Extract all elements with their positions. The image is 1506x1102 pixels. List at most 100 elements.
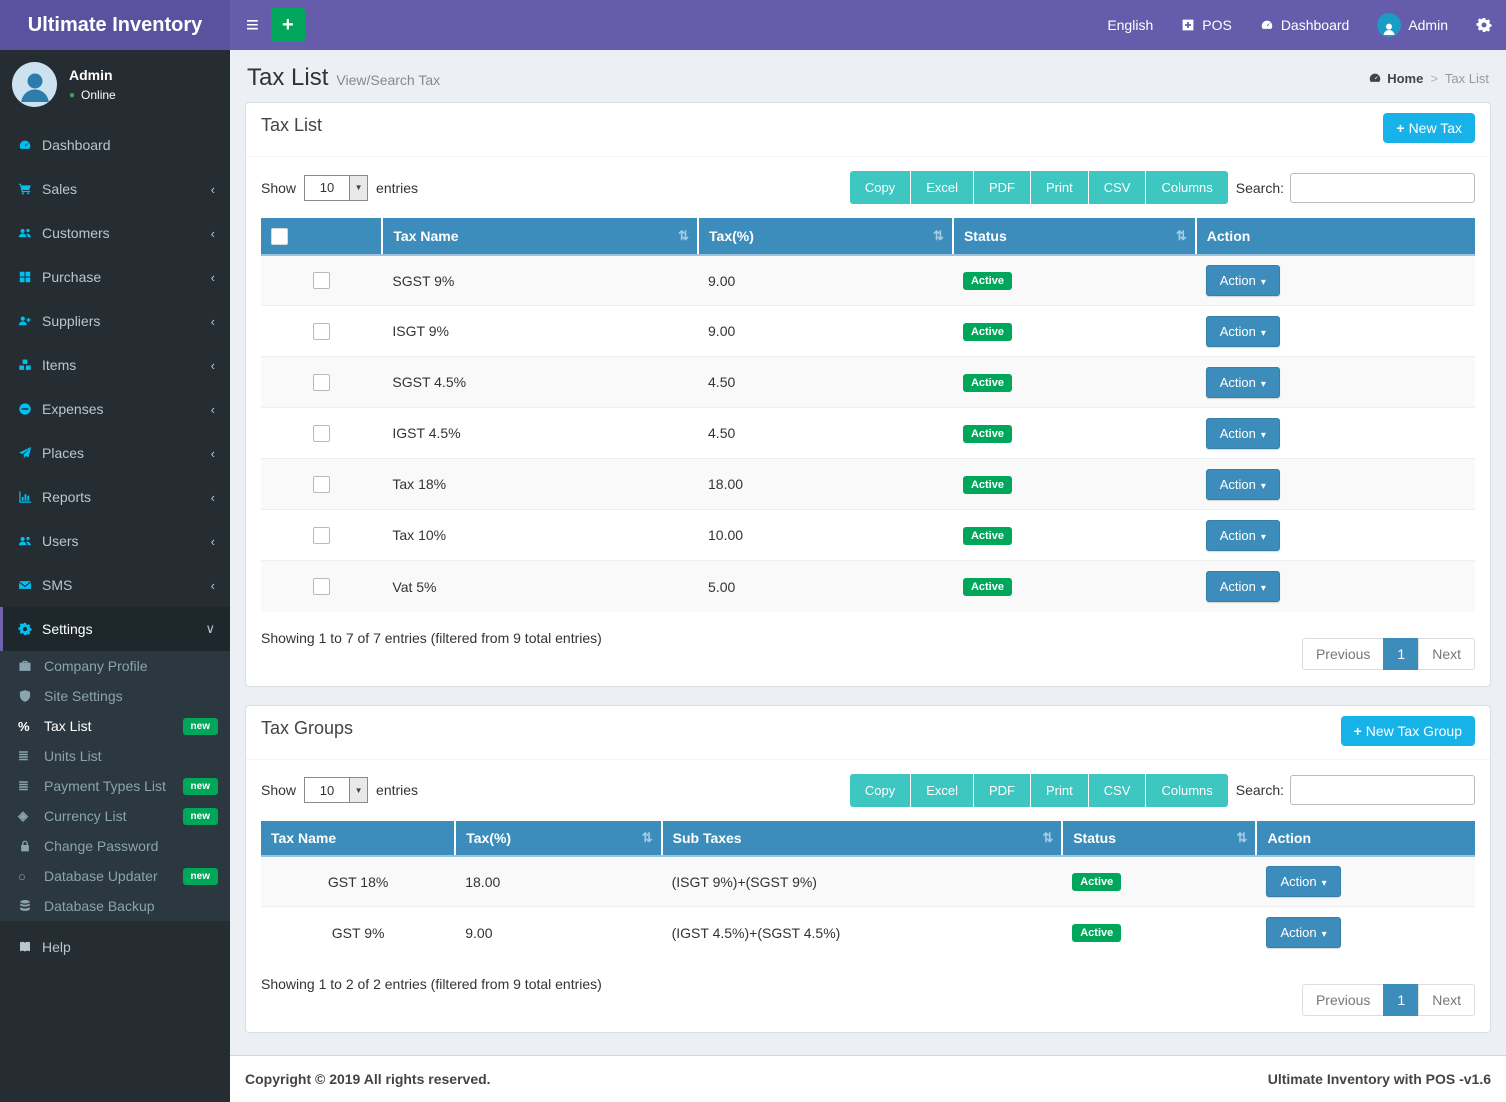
sidebar-item-sms[interactable]: SMS ‹ (0, 563, 230, 607)
column-header-tax-name[interactable]: Tax Name⇅ (382, 218, 698, 255)
new-badge: new (183, 778, 218, 795)
settings-gears-icon[interactable] (1476, 17, 1492, 33)
submenu-payment-types-list[interactable]: ≣ Payment Types List new (0, 771, 230, 801)
status-badge: Active (963, 272, 1012, 290)
sort-icon: ⇅ (1237, 830, 1248, 846)
pagination-previous[interactable]: Previous (1302, 984, 1384, 1016)
columns-button[interactable]: Columns (1146, 774, 1227, 807)
submenu-company-profile[interactable]: Company Profile (0, 651, 230, 681)
excel-button[interactable]: Excel (911, 774, 974, 807)
row-checkbox[interactable] (313, 425, 330, 442)
submenu-database-updater[interactable]: ○ Database Updater new (0, 861, 230, 891)
submenu-change-password[interactable]: Change Password (0, 831, 230, 861)
column-header-status[interactable]: Status⇅ (953, 218, 1196, 255)
sidebar-item-expenses[interactable]: Expenses ‹ (0, 387, 230, 431)
sidebar-item-places[interactable]: Places ‹ (0, 431, 230, 475)
submenu-currency-list[interactable]: ◈ Currency List new (0, 801, 230, 831)
sidebar-item-dashboard[interactable]: Dashboard (0, 123, 230, 167)
new-tax-button[interactable]: +New Tax (1383, 113, 1475, 143)
row-checkbox[interactable] (313, 272, 330, 289)
page-length-control: Show 10 ▼ entries (261, 175, 418, 201)
select-all-checkbox[interactable] (271, 228, 288, 245)
language-menu[interactable]: English (1107, 17, 1153, 33)
pos-link[interactable]: POS (1181, 17, 1232, 33)
table-row: ISGT 9% 9.00 Active Action▾ (261, 306, 1475, 357)
action-dropdown-button[interactable]: Action▾ (1206, 520, 1280, 551)
pdf-button[interactable]: PDF (974, 171, 1031, 204)
print-button[interactable]: Print (1031, 774, 1089, 807)
pagination-page-1[interactable]: 1 (1383, 984, 1419, 1016)
tax-name-cell: ISGT 9% (382, 306, 698, 357)
sidebar-item-customers[interactable]: Customers ‹ (0, 211, 230, 255)
action-dropdown-button[interactable]: Action▾ (1206, 571, 1280, 602)
envelope-icon (18, 578, 42, 592)
row-checkbox[interactable] (313, 323, 330, 340)
csv-button[interactable]: CSV (1089, 171, 1147, 204)
sidebar-menu-bottom: Help (0, 925, 230, 969)
user-name: Admin (69, 67, 116, 83)
column-header-tax-percent[interactable]: Tax(%)⇅ (455, 821, 661, 856)
action-dropdown-button[interactable]: Action▾ (1206, 265, 1280, 296)
sidebar-item-suppliers[interactable]: Suppliers ‹ (0, 299, 230, 343)
sidebar-item-help[interactable]: Help (0, 925, 230, 969)
row-checkbox[interactable] (313, 476, 330, 493)
action-dropdown-button[interactable]: Action▾ (1206, 469, 1280, 500)
dashboard-link[interactable]: Dashboard (1260, 17, 1350, 33)
sidebar-item-items[interactable]: Items ‹ (0, 343, 230, 387)
tax-percent-cell: 4.50 (698, 408, 953, 459)
row-checkbox[interactable] (313, 578, 330, 595)
quick-add-button[interactable]: + (271, 8, 305, 42)
sidebar-item-reports[interactable]: Reports ‹ (0, 475, 230, 519)
column-header-status[interactable]: Status⇅ (1062, 821, 1256, 856)
search-input[interactable] (1290, 775, 1475, 805)
sort-icon: ⇅ (933, 228, 944, 244)
sidebar-item-users[interactable]: Users ‹ (0, 519, 230, 563)
pdf-button[interactable]: PDF (974, 774, 1031, 807)
sidebar-item-settings[interactable]: Settings ∨ (0, 607, 230, 651)
submenu-units-list[interactable]: ≣ Units List (0, 741, 230, 771)
breadcrumb-home[interactable]: Home (1368, 71, 1423, 86)
status-badge: Active (963, 425, 1012, 443)
pagination-previous[interactable]: Previous (1302, 638, 1384, 670)
action-dropdown-button[interactable]: Action▾ (1206, 418, 1280, 449)
column-header-sub-taxes[interactable]: Sub Taxes⇅ (662, 821, 1063, 856)
table-info: Showing 1 to 2 of 2 entries (filtered fr… (261, 972, 602, 992)
pagination-page-1[interactable]: 1 (1383, 638, 1419, 670)
pagination-next[interactable]: Next (1418, 984, 1475, 1016)
column-header-tax-name[interactable]: Tax Name (261, 821, 455, 856)
action-dropdown-button[interactable]: Action▾ (1206, 316, 1280, 347)
sidebar-item-sales[interactable]: Sales ‹ (0, 167, 230, 211)
action-dropdown-button[interactable]: Action▾ (1206, 367, 1280, 398)
caret-down-icon: ▾ (1261, 379, 1266, 390)
user-plus-icon (18, 314, 42, 328)
list-icon: ≣ (18, 748, 44, 764)
submenu-tax-list[interactable]: % Tax List new (0, 711, 230, 741)
tax-name-cell: GST 9% (261, 907, 455, 958)
search-input[interactable] (1290, 173, 1475, 203)
print-button[interactable]: Print (1031, 171, 1089, 204)
copy-button[interactable]: Copy (850, 171, 911, 204)
submenu-site-settings[interactable]: Site Settings (0, 681, 230, 711)
user-menu[interactable]: Admin (1377, 13, 1448, 37)
submenu-database-backup[interactable]: Database Backup (0, 891, 230, 921)
columns-button[interactable]: Columns (1146, 171, 1227, 204)
row-checkbox[interactable] (313, 527, 330, 544)
new-tax-group-button[interactable]: +New Tax Group (1341, 716, 1475, 746)
column-header-tax-percent[interactable]: Tax(%)⇅ (698, 218, 953, 255)
tax-percent-cell: 9.00 (698, 306, 953, 357)
user-status[interactable]: ●Online (69, 88, 116, 102)
hamburger-icon[interactable]: ≡ (244, 12, 271, 38)
sidebar-item-purchase[interactable]: Purchase ‹ (0, 255, 230, 299)
excel-button[interactable]: Excel (911, 171, 974, 204)
row-checkbox[interactable] (313, 374, 330, 391)
copy-button[interactable]: Copy (850, 774, 911, 807)
caret-down-icon: ▾ (1261, 277, 1266, 288)
pagination-next[interactable]: Next (1418, 638, 1475, 670)
pagination: Previous 1 Next (1303, 984, 1475, 1016)
csv-button[interactable]: CSV (1089, 774, 1147, 807)
action-dropdown-button[interactable]: Action▾ (1266, 866, 1340, 897)
shield-icon (18, 689, 44, 703)
action-dropdown-button[interactable]: Action▾ (1266, 917, 1340, 948)
page-size-select[interactable]: 10 ▼ (304, 777, 368, 803)
page-size-select[interactable]: 10 ▼ (304, 175, 368, 201)
